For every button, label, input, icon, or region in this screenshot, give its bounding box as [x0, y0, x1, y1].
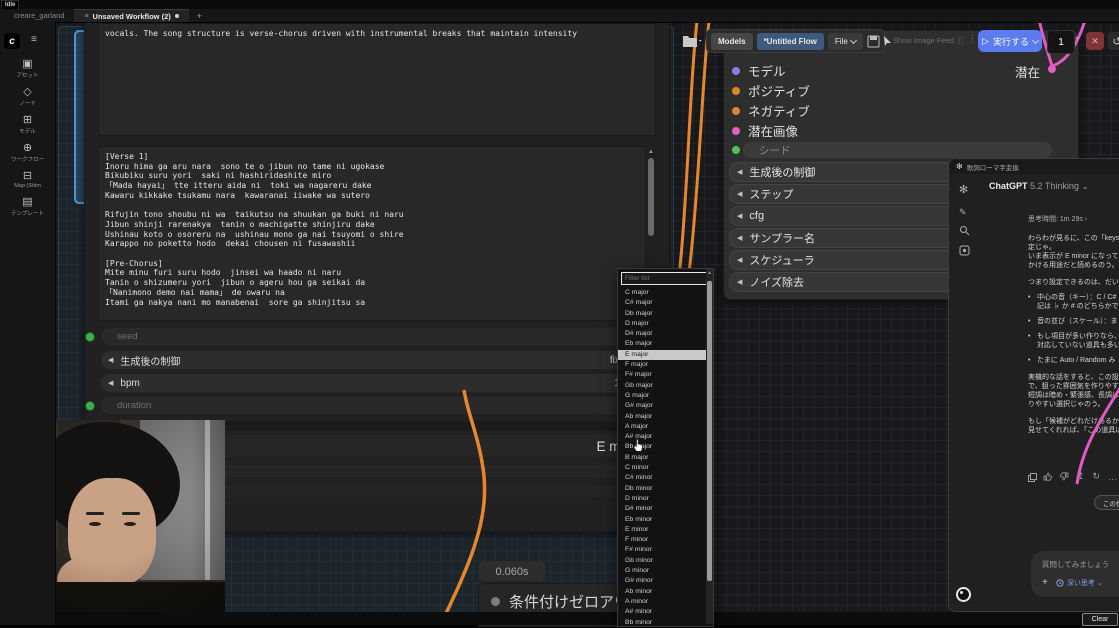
sidebar-toggle-icon[interactable]: ≡: [31, 34, 37, 45]
sidebar-item-label: アセット: [0, 71, 55, 79]
sidebar-item-icon: ⊞: [0, 114, 55, 127]
sidebar-item[interactable]: ⊕ ワークフロー: [0, 142, 55, 163]
new-tab-button[interactable]: +: [189, 9, 210, 22]
left-sidebar: c ≡ ▣ アセット ◇ ノード ⊞ モデル ⊕ ワークフロー: [0, 22, 56, 625]
tab-unsaved-workflow[interactable]: ≡ Unsaved Workflow (2): [74, 9, 188, 22]
top-strip: Idle: [0, 0, 1119, 9]
app-logo: c: [4, 33, 20, 49]
unsaved-dot: [175, 14, 179, 18]
sidebar-item-label: Map (Shim: [0, 183, 55, 189]
sidebar-item-icon: ▤: [0, 196, 55, 209]
sidebar-item-label: ワークフロー: [0, 155, 55, 163]
sidebar-item-label: ノード: [0, 99, 55, 107]
sidebar-item[interactable]: ▣ アセット: [0, 58, 55, 79]
menu-icon[interactable]: ≡: [84, 13, 88, 20]
sidebar-item[interactable]: ⊞ モデル: [0, 114, 55, 135]
sidebar-item-label: モデル: [0, 127, 55, 135]
sidebar-item-icon: ◇: [0, 86, 55, 99]
sidebar-item-icon: ⊟: [0, 170, 55, 183]
mouse-cursor: [0, 0, 1119, 625]
tab-creare-garland[interactable]: creare_garland: [4, 9, 74, 22]
sidebar-menu: ▣ アセット ◇ ノード ⊞ モデル ⊕ ワークフロー ⊟ Map (Shim: [0, 58, 55, 224]
sidebar-item[interactable]: ⊟ Map (Shim: [0, 170, 55, 189]
sidebar-item-icon: ▣: [0, 58, 55, 71]
workflow-tab-bar: creare_garland ≡ Unsaved Workflow (2) +: [0, 9, 1119, 23]
sidebar-item-label: テンプレート: [0, 209, 55, 217]
sidebar-item[interactable]: ◇ ノード: [0, 86, 55, 107]
sidebar-item-icon: ⊕: [0, 142, 55, 155]
sidebar-item[interactable]: ▤ テンプレート: [0, 196, 55, 217]
